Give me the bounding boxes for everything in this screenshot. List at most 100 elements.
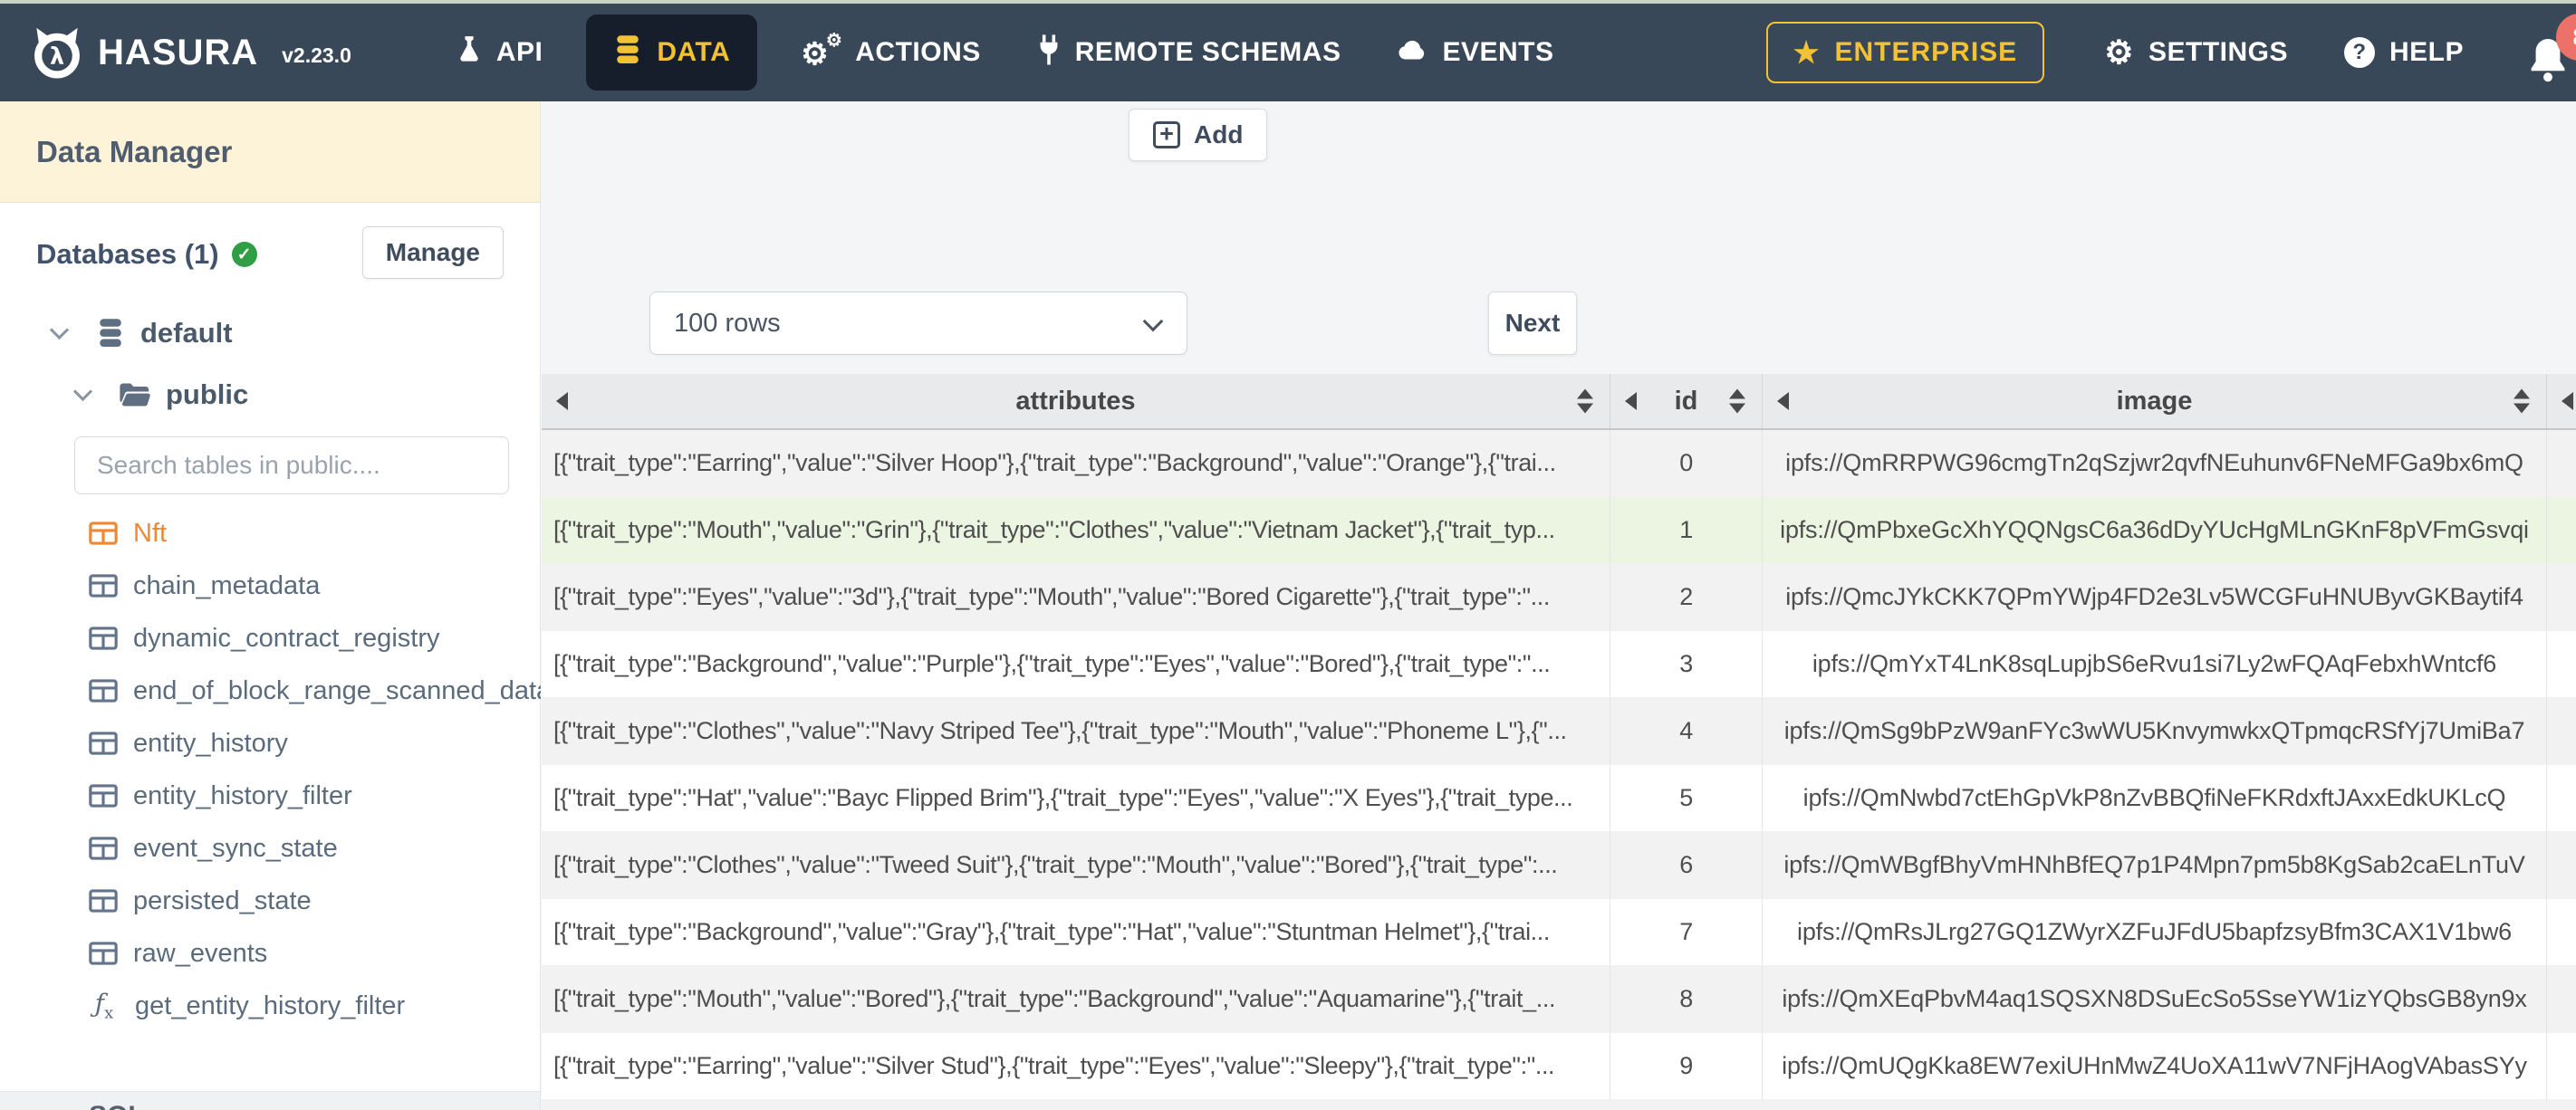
tables-list: ƒx Nft ƒx chain_metadata — [0, 507, 551, 1032]
cell-extra — [2547, 765, 2576, 831]
cell-id: 6 — [1610, 832, 1763, 898]
sidebar-table-item[interactable]: ƒx Nft — [0, 507, 540, 560]
help-label: HELP — [2389, 37, 2464, 67]
cell-attributes: [{"trait_type":"Hat","value":"Bayc Flipp… — [542, 765, 1610, 831]
cell-attributes: [{"trait_type":"Background","value":"Gra… — [542, 899, 1610, 965]
cell-attributes: [{"trait_type":"Clothes","value":"Tweed … — [542, 832, 1610, 898]
rows-per-page-wrap: 100 rows — [649, 292, 1187, 355]
table-icon — [89, 942, 118, 965]
collapse-column-icon[interactable] — [556, 392, 568, 410]
cell-image: ipfs://QmXEqPbvM4aq1SQSXN8DSuEcSo5SseYW1… — [1763, 966, 2547, 1032]
nav-item-label: REMOTE SCHEMAS — [1074, 37, 1341, 67]
sidebar-table-item[interactable]: ƒx get_entity_history_filter — [0, 980, 540, 1032]
cell-attributes: [{"trait_type":"Background","value":"Pur… — [542, 631, 1610, 697]
table-name: get_entity_history_filter — [135, 990, 406, 1020]
sort-icon[interactable] — [1577, 388, 1593, 414]
cell-id: 2 — [1610, 564, 1763, 630]
search-tables-input[interactable] — [74, 436, 509, 494]
sidebar-table-item[interactable]: ƒx end_of_block_range_scanned_data — [0, 665, 551, 717]
table-icon — [89, 522, 118, 545]
table-icon — [89, 889, 118, 913]
sidebar-table-item[interactable]: ƒx chain_metadata — [0, 560, 540, 612]
cell-extra — [2547, 966, 2576, 1032]
databases-row: Databases (1) ✓ Manage — [36, 226, 504, 281]
cell-id: 7 — [1610, 899, 1763, 965]
column-header-attributes[interactable]: attributes — [542, 374, 1610, 428]
cell-id: 9 — [1610, 1033, 1763, 1099]
cell-attributes: [{"trait_type":"Eyes","value":"3d"},{"tr… — [542, 564, 1610, 630]
column-header-next-partial[interactable] — [2547, 374, 2576, 428]
table-row: [{"trait_type":"Eyes","value":"3d"},{"tr… — [542, 564, 2576, 631]
flask-icon — [457, 35, 482, 70]
plug-icon — [1037, 34, 1061, 71]
nav-menu: API DATA ⚙ ⚙ ACTIONS REMOTE SCHEMAS EVEN… — [457, 14, 1554, 91]
cell-attributes: [{"trait_type":"Mouth","value":"Bored"},… — [542, 966, 1610, 1032]
sidebar-table-item[interactable]: ƒx entity_history — [0, 717, 540, 770]
cell-extra — [2547, 564, 2576, 630]
connected-check-icon: ✓ — [231, 242, 257, 267]
nav-item-label: DATA — [657, 37, 731, 67]
cell-id: 4 — [1610, 698, 1763, 764]
manage-button[interactable]: Manage — [361, 226, 504, 279]
browse-rows-table: attributes id image [{"trait_type":"Earr… — [542, 374, 2576, 1110]
window-top-edge — [0, 0, 2576, 4]
sidebar-table-item[interactable]: ƒx persisted_state — [0, 875, 540, 927]
cell-extra — [2547, 631, 2576, 697]
cell-id: 3 — [1610, 631, 1763, 697]
hasura-logo-link[interactable]: λ HASURA — [31, 26, 258, 79]
cell-id: 8 — [1610, 966, 1763, 1032]
column-header-image[interactable]: image — [1763, 374, 2547, 428]
main-content: Add 100 rows Next attributes id image — [541, 101, 2576, 1110]
sidebar-table-item[interactable]: ƒx entity_history_filter — [0, 770, 540, 822]
sort-icon[interactable] — [1729, 388, 1745, 414]
database-icon — [95, 318, 126, 349]
nav-item-help[interactable]: ? HELP — [2343, 37, 2464, 68]
collapse-column-icon[interactable] — [2562, 392, 2573, 410]
add-row-button[interactable]: Add — [1129, 109, 1268, 161]
add-button-label: Add — [1194, 120, 1244, 148]
cell-id: 5 — [1610, 765, 1763, 831]
table-name: Nft — [133, 518, 168, 548]
cell-image: ipfs://QmRRPWG96cmgTn2qSzjwr2qvfNEuhunv6… — [1763, 430, 2547, 496]
table-name: end_of_block_range_scanned_data — [133, 675, 552, 705]
tree-item-database-default[interactable]: default — [49, 317, 540, 349]
rows-per-page-select[interactable]: 100 rows — [649, 292, 1187, 355]
nav-item-events[interactable]: EVENTS — [1397, 37, 1553, 68]
table-icon — [89, 679, 118, 703]
sidebar-table-item[interactable]: ƒx event_sync_state — [0, 822, 540, 875]
cell-id: 1 — [1610, 497, 1763, 563]
enterprise-button[interactable]: ★ ENTERPRISE — [1765, 22, 2045, 83]
notifications-button[interactable]: 8 — [2522, 14, 2576, 84]
column-header-id[interactable]: id — [1610, 374, 1763, 428]
cell-extra — [2547, 497, 2576, 563]
cell-extra — [2547, 1033, 2576, 1099]
collapse-column-icon[interactable] — [1777, 392, 1789, 410]
nav-item-actions[interactable]: ⚙ ⚙ ACTIONS — [801, 31, 981, 72]
nav-item-label: API — [495, 37, 543, 67]
cloud-icon — [1397, 38, 1427, 67]
nav-item-remote-schemas[interactable]: REMOTE SCHEMAS — [1037, 34, 1341, 71]
chevron-down-icon[interactable] — [49, 320, 70, 340]
nav-item-api[interactable]: API — [457, 35, 543, 70]
cell-image: ipfs://QmYxT4LnK8sqLupjbS6eRvu1si7Ly2wFQ… — [1763, 631, 2547, 697]
column-label: id — [1674, 386, 1698, 416]
collapse-column-icon[interactable] — [1625, 392, 1637, 410]
nav-item-data[interactable]: DATA — [586, 14, 758, 91]
cell-image: ipfs://QmcJYkCKK7QPmYWjp4FD2e3Lv5WCGFuHN… — [1763, 564, 2547, 630]
chevron-down-icon[interactable] — [72, 381, 93, 401]
next-page-button[interactable]: Next — [1488, 292, 1577, 355]
sidebar-table-item[interactable]: ƒx dynamic_contract_registry — [0, 612, 540, 665]
cell-extra — [2547, 430, 2576, 496]
sort-icon[interactable] — [2514, 388, 2530, 414]
tree-item-schema-public[interactable]: public — [72, 378, 540, 411]
nav-right-cluster: ★ ENTERPRISE ⚙ SETTINGS ? HELP 8 — [1765, 14, 2576, 84]
sidebar-table-item[interactable]: ƒx raw_events — [0, 927, 540, 980]
table-row: [{"trait_type":"Clothes","value":"Tweed … — [542, 832, 2576, 899]
table-row: [{"trait_type":"Hat","value":"Bayc Flipp… — [542, 765, 2576, 832]
table-row: [{"trait_type":"Mouth","value":"Bored"},… — [542, 966, 2576, 1033]
table-row: [{"trait_type":"Clothes","value":"Navy S… — [542, 698, 2576, 765]
table-name: entity_history — [133, 728, 288, 758]
sidebar-sql-section[interactable]: SQL — [0, 1091, 540, 1110]
nav-item-settings[interactable]: ⚙ SETTINGS — [2104, 36, 2288, 69]
version-label: v2.23.0 — [282, 43, 351, 67]
